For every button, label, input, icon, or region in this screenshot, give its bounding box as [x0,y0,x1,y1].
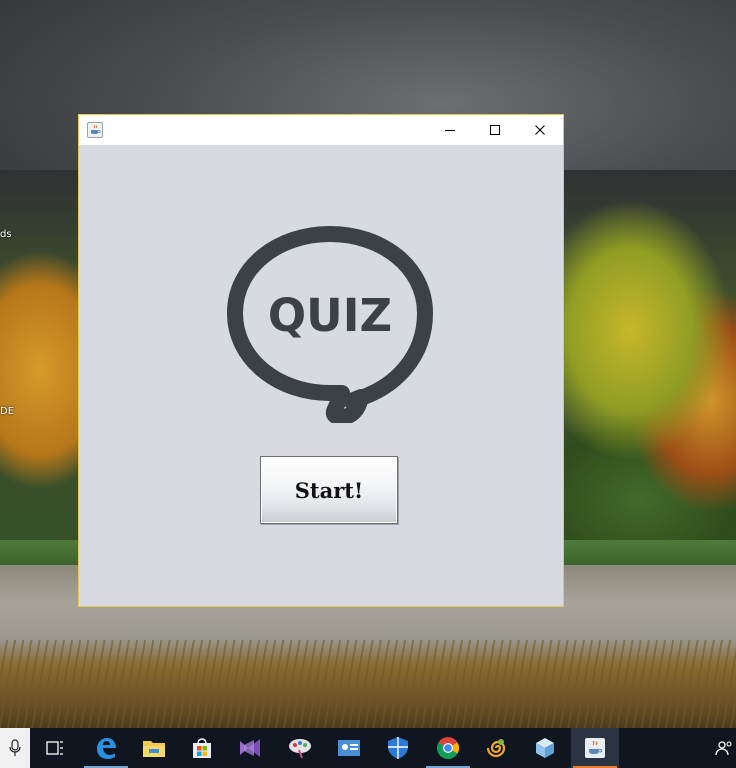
microphone-icon [9,739,21,756]
taskbar-cube-app[interactable] [521,728,569,768]
visual-studio-icon [240,739,260,757]
window-titlebar[interactable] [79,115,563,145]
contact-card-app-icon [338,740,360,756]
microsoft-store-icon [193,738,211,758]
task-view-button[interactable] [31,728,79,768]
file-explorer-icon [143,741,165,757]
spiral-app-icon [486,739,506,758]
chrome-browser-icon [437,737,459,759]
paint-app-icon [289,739,311,759]
desktop-icon-label[interactable]: DE [0,406,14,417]
microphone-button[interactable] [0,728,30,768]
minimize-icon [445,130,455,131]
start-button[interactable]: Start! [260,456,398,524]
cube-app-icon [536,738,554,758]
taskbar-spiral-app[interactable] [472,728,520,768]
taskbar [0,728,736,768]
desktop-icon-label[interactable]: ds [0,229,12,240]
wallpaper-reeds [0,640,736,728]
taskbar-paint[interactable] [276,728,324,768]
shield-app-icon [388,737,408,759]
minimize-button[interactable] [427,115,473,145]
maximize-button[interactable] [472,115,518,145]
java-app-icon [585,738,605,758]
people-button[interactable] [712,728,736,768]
java-coffee-icon[interactable] [87,122,103,138]
taskbar-java-app[interactable] [571,728,619,768]
edge-browser-icon [97,738,116,759]
taskbar-file-explorer[interactable] [130,728,178,768]
taskbar-chrome[interactable] [424,728,472,768]
close-icon [535,125,545,135]
window-content: QUIZ Start! [79,145,563,606]
taskbar-visual-studio[interactable] [226,728,274,768]
people-icon [715,741,732,756]
taskbar-edge[interactable] [82,728,130,768]
quiz-logo-text: QUIZ [268,289,392,342]
taskbar-contact-app[interactable] [325,728,373,768]
task-view-icon [46,741,63,755]
close-button[interactable] [517,115,563,145]
maximize-icon [490,125,500,135]
quiz-window: QUIZ Start! [78,114,564,607]
taskbar-store[interactable] [178,728,226,768]
quiz-speech-bubble-logo: QUIZ [227,226,433,423]
taskbar-shield-app[interactable] [374,728,422,768]
